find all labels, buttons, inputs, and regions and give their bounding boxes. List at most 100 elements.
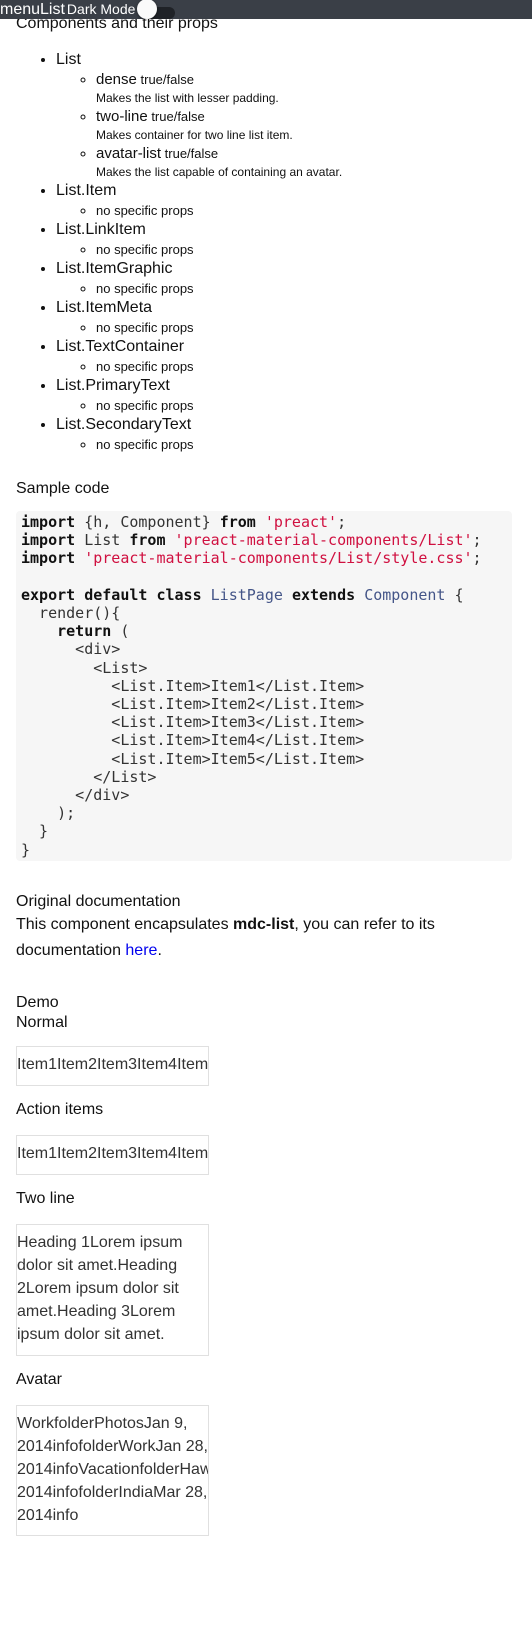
orig-text-end: . (157, 942, 162, 959)
code-line: return ( (21, 622, 507, 640)
original-docs-heading: Original documentation (16, 893, 181, 910)
code-line: <List.Item>Item3</List.Item> (21, 713, 507, 731)
code-line: <div> (21, 640, 507, 658)
dark-mode-switch[interactable] (137, 0, 176, 19)
code-line: <List.Item>Item1</List.Item> (21, 677, 507, 695)
code-token: 'preact-material-components/List' (174, 531, 473, 550)
prop-note: no specific props (96, 279, 516, 298)
avatar-list-heading: Avatar (16, 1371, 62, 1388)
list-item: Item3 (97, 1056, 138, 1073)
documentation-link[interactable]: here (125, 942, 157, 959)
code-token: return (57, 622, 112, 641)
code-token: <List.Item>Item1</List.Item> (21, 676, 365, 695)
code-token: } (21, 822, 49, 841)
list-item[interactable]: Item5 (177, 1145, 208, 1162)
code-token: extends (291, 585, 356, 604)
prop-note: no specific props (96, 201, 516, 220)
component-item: List.LinkItem no specific props (56, 220, 516, 259)
code-line: <List.Item>Item4</List.Item> (21, 731, 507, 749)
component-item: List.ItemMeta no specific props (56, 298, 516, 337)
component-name: List.LinkItem (56, 221, 146, 238)
avatar-list: WorkfolderPhotosJan 9, 2014infofolderWor… (16, 1405, 209, 1536)
code-line: } (21, 822, 507, 840)
code-token: </div> (21, 786, 130, 805)
component-name: mdc-list (233, 916, 295, 933)
code-token: from (219, 513, 256, 531)
component-item: List.Item no specific props (56, 181, 516, 220)
code-token: from (129, 531, 166, 550)
component-item: List.PrimaryText no specific props (56, 376, 516, 415)
prop-item: avatar-list true/false Makes the list cap… (96, 144, 516, 181)
code-token: ( (111, 622, 130, 641)
sample-code-block: import {h, Component} from 'preact'; impo… (16, 511, 512, 861)
code-token: ListPage (210, 585, 283, 604)
primary-text: Heading 3 (57, 1303, 130, 1320)
code-token: <div> (21, 640, 121, 659)
prop-note: no specific props (96, 435, 516, 454)
code-line: import List from 'preact-material-compon… (21, 531, 507, 549)
prop-value: true/false (164, 146, 219, 161)
prop-list: no specific props (56, 435, 516, 454)
props-list: List dense true/false Makes the list with … (16, 50, 516, 454)
two-line-list-heading: Two line (16, 1190, 75, 1207)
code-token: ; (472, 531, 482, 550)
component-name: List.Item (56, 182, 117, 199)
code-token: <List.Item>Item4</List.Item> (21, 731, 365, 750)
code-token: render(){ (21, 604, 121, 622)
prop-value: true/false (151, 109, 205, 124)
prop-name: dense (96, 71, 137, 88)
code-token: 'preact' (264, 513, 338, 531)
list-item: Item4 (137, 1056, 178, 1073)
code-token: import (21, 549, 76, 568)
list-item: Item2 (57, 1056, 98, 1073)
code-line: import {h, Component} from 'preact'; (21, 513, 507, 531)
code-token: ; (337, 513, 347, 531)
component-name: List.ItemMeta (56, 299, 153, 316)
code-token: 'preact-material-components/List/style.c… (84, 549, 473, 568)
prop-value: true/false (140, 72, 194, 87)
prop-description: Makes the list with lesser padding. (96, 91, 279, 105)
component-name: List (56, 51, 81, 68)
prop-description: Makes the list capable of containing an … (96, 165, 343, 179)
list-item[interactable]: Item4 (137, 1145, 177, 1162)
list-item[interactable]: Item3 (97, 1145, 137, 1162)
prop-list: no specific props (56, 357, 516, 376)
list-item[interactable]: Item1 (17, 1145, 57, 1162)
code-token: <List> (21, 658, 148, 677)
normal-list: Item1Item2Item3Item4Item5 (16, 1046, 209, 1086)
prop-list: no specific props (56, 318, 516, 337)
component-item: List dense true/false Makes the list with … (56, 50, 516, 181)
component-item: List.TextContainer no specific props (56, 337, 516, 376)
top-app-bar: menuList Dark Mode (0, 0, 532, 19)
code-line: </div> (21, 786, 507, 804)
code-token: { (445, 585, 464, 604)
list-item[interactable]: Item2 (57, 1145, 97, 1162)
component-name: List.TextContainer (56, 338, 185, 355)
orig-text-before: This component encapsulates (16, 916, 234, 933)
code-token: List (75, 531, 130, 550)
code-token: import (21, 531, 76, 550)
code-token: import (21, 513, 76, 531)
code-line: <List.Item>Item5</List.Item> (21, 750, 507, 768)
prop-item: two-line true/false Makes container for t… (96, 107, 516, 144)
code-token: <List.Item>Item5</List.Item> (21, 749, 365, 768)
component-name: List.SecondaryText (56, 416, 192, 433)
component-item: List.SecondaryText no specific props (56, 415, 516, 454)
code-line: ); (21, 804, 507, 822)
component-item: List.ItemGraphic no specific props (56, 259, 516, 298)
avatar-list-text: WorkfolderPhotosJan 9, 2014infofolderWor… (17, 1415, 208, 1524)
prop-description: Makes container for two line list item. (96, 128, 293, 142)
code-line: <List> (21, 659, 507, 677)
code-line: } (21, 841, 507, 859)
prop-list: dense true/false Makes the list with less… (56, 70, 516, 181)
code-line: <List.Item>Item2</List.Item> (21, 695, 507, 713)
code-token: ; (472, 549, 482, 568)
demo-heading: Demo (16, 994, 59, 1011)
code-token: <List.Item>Item3</List.Item> (21, 713, 365, 732)
